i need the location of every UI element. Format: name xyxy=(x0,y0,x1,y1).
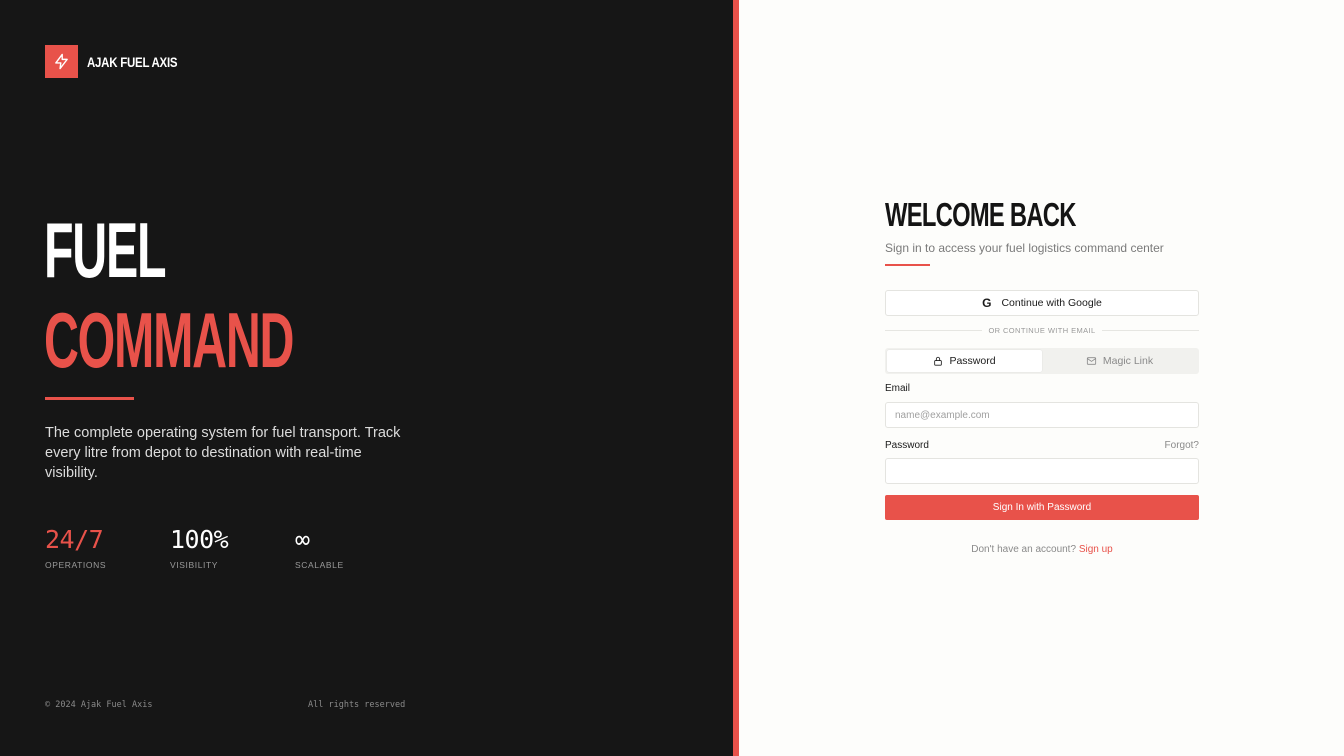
stat-label: VISIBILITY xyxy=(170,560,219,570)
divider-line xyxy=(1101,330,1200,331)
page-subtitle: Sign in to access your fuel logistics co… xyxy=(885,241,1164,255)
password-field[interactable] xyxy=(885,458,1199,484)
password-label: Password xyxy=(885,440,929,451)
login-form: WELCOME BACK Sign in to access your fuel… xyxy=(885,195,1200,555)
page-title: WELCOME BACK xyxy=(885,196,1076,233)
footer-rights: All rights reserved xyxy=(308,700,406,710)
lock-icon xyxy=(934,356,943,366)
google-button-label: Continue with Google xyxy=(1001,297,1102,309)
divider-line xyxy=(885,330,983,331)
accent-divider xyxy=(45,397,134,400)
or-divider-text: OR CONTINUE WITH EMAIL xyxy=(988,326,1096,335)
brand-name: AJAK FUEL AXIS xyxy=(87,53,178,70)
or-divider: OR CONTINUE WITH EMAIL xyxy=(885,326,1200,335)
mail-icon xyxy=(1086,357,1096,365)
tab-password[interactable]: Password xyxy=(887,350,1042,372)
stat-label: SCALABLE xyxy=(295,560,344,570)
signup-prompt-text: Don't have an account? xyxy=(971,544,1077,555)
footer-copyright: © 2024 Ajak Fuel Axis xyxy=(45,700,153,710)
auth-method-tabs: Password Magic Link xyxy=(885,348,1199,374)
brand-panel: AJAK FUEL AXIS FUEL COMMAND The complete… xyxy=(0,0,733,756)
stat-value: ∞ xyxy=(295,525,310,554)
signup-prompt: Don't have an account? Sign up xyxy=(885,544,1199,555)
tab-label: Magic Link xyxy=(1102,355,1154,367)
stat-visibility: 100% VISIBILITY xyxy=(170,525,295,570)
hero-heading: FUEL COMMAND xyxy=(44,205,446,385)
hero-description: The complete operating system for fuel t… xyxy=(45,425,401,481)
signup-link[interactable]: Sign up xyxy=(1079,544,1113,555)
tab-magic-link[interactable]: Magic Link xyxy=(1042,350,1197,372)
title-accent xyxy=(885,264,930,266)
email-field[interactable] xyxy=(885,402,1199,428)
hero-line-1: FUEL xyxy=(44,206,167,294)
stat-scalable: ∞ SCALABLE xyxy=(295,525,420,570)
stat-operations: 24/7 OPERATIONS xyxy=(45,525,170,570)
google-icon: G xyxy=(982,296,992,310)
email-label: Email xyxy=(885,383,911,394)
google-signin-button[interactable]: G Continue with Google xyxy=(885,290,1199,316)
stat-value: 24/7 xyxy=(45,525,104,554)
forgot-password-link[interactable]: Forgot? xyxy=(1165,440,1199,451)
stat-label: OPERATIONS xyxy=(45,560,107,570)
signin-submit-button[interactable]: Sign In with Password xyxy=(885,495,1199,520)
hero-line-2: COMMAND xyxy=(44,296,294,384)
tab-label: Password xyxy=(949,355,996,367)
stats-row: 24/7 OPERATIONS 100% VISIBILITY ∞ SCALAB… xyxy=(45,525,420,570)
bolt-icon xyxy=(45,45,78,78)
stat-value: 100% xyxy=(170,525,229,554)
brand: AJAK FUEL AXIS xyxy=(45,45,197,78)
panel-divider xyxy=(733,0,739,756)
